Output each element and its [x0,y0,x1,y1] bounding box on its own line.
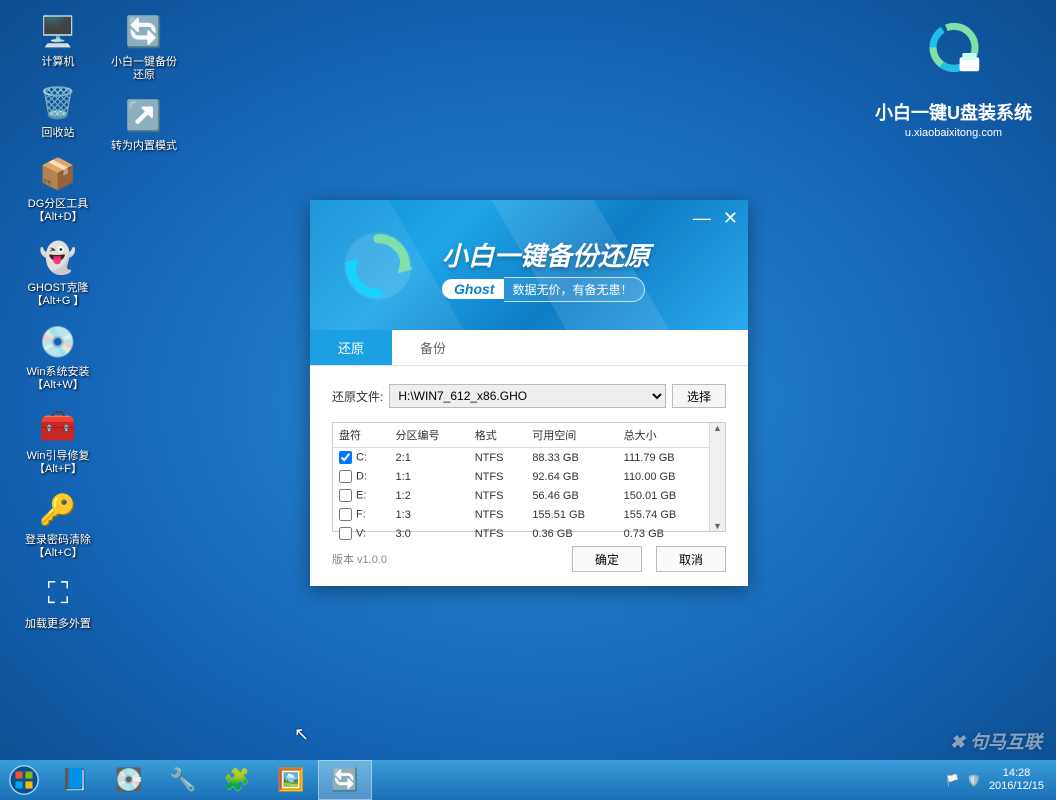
ghost-tagline: 数据无价，有备无患！ [504,277,645,302]
desktop-icon-xiaobai[interactable]: 🔄小白一键备份 还原 [104,10,184,82]
table-row[interactable]: C:2:1NTFS88.33 GB111.79 GB [333,448,709,468]
desktop-icon-dg[interactable]: 📦DG分区工具 【Alt+D】 [18,152,98,224]
ghost-label: Ghost [442,279,504,299]
taskbar-icon-1[interactable]: 📘 [48,760,102,800]
desktop-icon-computer[interactable]: 🖥️ 计算机 [18,10,98,69]
col-drive[interactable]: 盘符 [333,423,390,448]
close-button[interactable]: ✕ [723,208,738,229]
desktop-icon-bootfix[interactable]: 🧰Win引导修复 【Alt+F】 [18,404,98,476]
table-row[interactable]: F:1:3NTFS155.51 GB155.74 GB [333,505,709,524]
tab-backup[interactable]: 备份 [392,330,474,365]
table-row[interactable]: D:1:1NTFS92.64 GB110.00 GB [333,467,709,486]
desktop-icon-winsetup[interactable]: 💿Win系统安装 【Alt+W】 [18,320,98,392]
tab-restore[interactable]: 还原 [310,330,392,365]
clock[interactable]: 14:28 2016/12/15 [989,767,1044,793]
tray-shield-icon[interactable]: 🛡️ [967,774,981,787]
table-scrollbar[interactable]: ▲▼ [709,423,725,531]
browse-button[interactable]: 选择 [672,384,726,408]
taskbar: 📘 💽 🔧 🧩 🖼️ 🔄 🏳️ 🛡️ 14:28 2016/12/15 [0,760,1056,800]
col-total[interactable]: 总大小 [618,423,709,448]
icon-label: DG分区工具 【Alt+D】 [28,198,89,224]
cancel-button[interactable]: 取消 [656,546,726,572]
table-row[interactable]: V:3:0NTFS0.36 GB0.73 GB [333,524,709,543]
icon-label: 回收站 [42,127,75,140]
ok-button[interactable]: 确定 [572,546,642,572]
row-checkbox[interactable] [339,470,352,483]
taskbar-icon-active[interactable]: 🔄 [318,760,372,800]
dialog-header: — ✕ 小白一键备份还原 Ghost 数据无价，有备无患！ [310,200,748,330]
ghost-badge: Ghost 数据无价，有备无患！ [442,276,645,302]
icon-label: 登录密码清除 【Alt+C】 [25,534,91,560]
restore-dialog: — ✕ 小白一键备份还原 Ghost 数据无价，有备无患！ 还原 备份 还原文件… [310,200,748,586]
col-part[interactable]: 分区编号 [390,423,469,448]
desktop-icon-ghost[interactable]: 👻GHOST克隆 【Alt+G 】 [18,236,98,308]
loadext-icon: ⛶ [36,572,80,616]
tray-flag-icon[interactable]: 🏳️ [946,774,960,787]
computer-icon: 🖥️ [36,10,80,54]
icon-label: Win引导修复 【Alt+F】 [27,450,90,476]
icon-label: Win系统安装 【Alt+W】 [27,366,90,392]
icon-label: 计算机 [42,56,75,69]
brand-block: 小白一键U盘装系统 u.xiaobaixitong.com [875,18,1032,139]
col-fs[interactable]: 格式 [469,423,527,448]
dialog-title: 小白一键备份还原 [442,236,650,273]
taskbar-icon-2[interactable]: 💽 [102,760,156,800]
brand-url: u.xiaobaixitong.com [875,127,1032,139]
start-button[interactable] [0,760,48,800]
desktop-icon-loadext[interactable]: ⛶ 加载更多外置 [18,572,98,631]
taskbar-icon-5[interactable]: 🖼️ [264,760,318,800]
ghost-icon: 👻 [36,236,80,280]
winsetup-icon: 💿 [36,320,80,364]
row-checkbox[interactable] [339,489,352,502]
minimize-button[interactable]: — [693,208,711,229]
row-checkbox[interactable] [339,508,352,521]
row-checkbox[interactable] [339,451,352,464]
desktop-icon-builtin[interactable]: ↗️ 转为内置模式 [104,94,184,153]
system-tray: 🏳️ 🛡️ 14:28 2016/12/15 [946,767,1056,793]
builtin-icon: ↗️ [122,94,166,138]
icon-label: 加载更多外置 [25,618,91,631]
icon-label: 小白一键备份 还原 [111,56,177,82]
watermark: ✖ 句马互联 [950,728,1042,754]
desktop-icon-recycle[interactable]: 🗑️ 回收站 [18,81,98,140]
file-label: 还原文件: [332,388,383,405]
taskbar-icon-4[interactable]: 🧩 [210,760,264,800]
row-checkbox[interactable] [339,527,352,540]
version-label: 版本 v1.0.0 [332,551,387,567]
icon-label: 转为内置模式 [111,140,177,153]
table-row[interactable]: E:1:2NTFS56.46 GB150.01 GB [333,486,709,505]
bootfix-icon: 🧰 [36,404,80,448]
xiaobai-icon: 🔄 [122,10,166,54]
app-logo-icon [340,228,416,304]
pwdclear-icon: 🔑 [36,488,80,532]
brand-logo-icon [919,18,989,88]
file-select[interactable]: H:\WIN7_612_x86.GHO [389,384,666,408]
taskbar-icon-3[interactable]: 🔧 [156,760,210,800]
brand-title: 小白一键U盘装系统 [875,99,1032,125]
tabs: 还原 备份 [310,330,748,366]
dg-icon: 📦 [36,152,80,196]
col-free[interactable]: 可用空间 [526,423,617,448]
icon-label: GHOST克隆 【Alt+G 】 [27,282,88,308]
partition-table: 盘符 分区编号 格式 可用空间 总大小 C:2:1NTFS88.33 GB111… [332,422,726,532]
recycle-icon: 🗑️ [36,81,80,125]
desktop-icon-pwdclear[interactable]: 🔑登录密码清除 【Alt+C】 [18,488,98,560]
